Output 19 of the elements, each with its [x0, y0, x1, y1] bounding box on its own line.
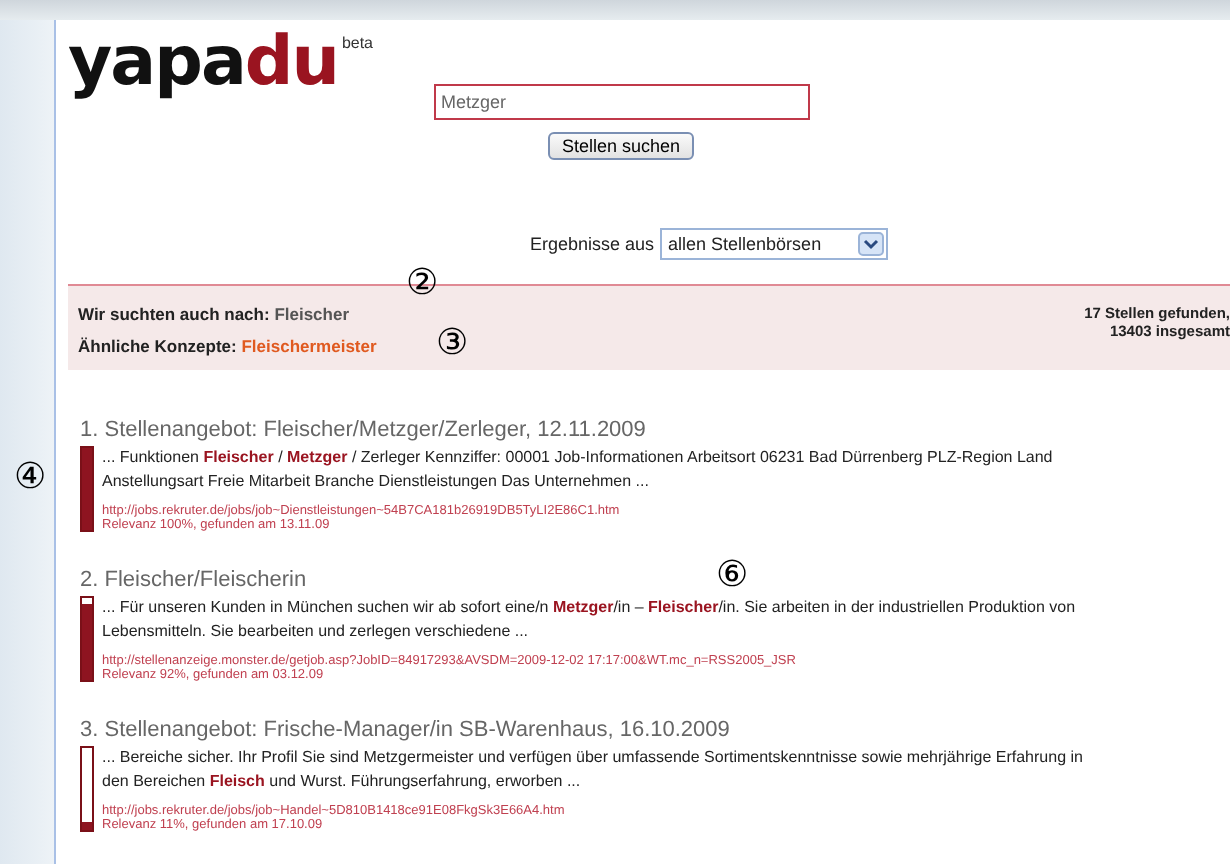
result-snippet: ... Funktionen Fleischer / Metzger / Zerleger Kennziffer: 00001 Job-Informationen Arbeitsort 06231 Bad Dürrenberg PLZ-Region Land Anstellungsart Freie Mitarbeit Branche Dienstleistungen Das Unternehmen ... — [102, 446, 1055, 494]
callout-number: ④ — [14, 458, 47, 498]
beta-label: beta — [341, 34, 374, 52]
result-snippet: ... Bereiche sicher. Ihr Profil Sie sind Metzgermeister und verfügen über umfassende Sortimentskenntnisse sowie mehrjährige Erfahrung in den Bereichen Fleisch und Wurst. Führungserfahrung, erworben ... — [102, 746, 1085, 794]
source-dropdown[interactable]: allen Stellenbörsen — [660, 228, 889, 260]
callout-number: ② — [406, 264, 439, 304]
search-button[interactable]: Stellen suchen — [547, 132, 695, 160]
also-searched-label: Wir suchten auch nach: — [78, 304, 270, 324]
concept-link[interactable]: Fleischermeister — [241, 336, 377, 356]
callout-number: ③ — [436, 324, 469, 364]
result-snippet: ... Für unseren Kunden in München suchen wir ab sofort eine/n Metzger/in – Fleischer/in. Sie arbeiten in der industriellen Produktion von Lebensmitteln. Sie bearbeiten und zerlegen verschiedene ... — [102, 596, 1078, 644]
source-label: Ergebnisse aus — [529, 234, 655, 254]
result-title[interactable]: 1. Stellenangebot: Fleischer/Metzger/Zerleger, 12.11.2009 — [80, 418, 646, 442]
result-title[interactable]: 3. Stellenangebot: Frische-Manager/in SB-Warenhaus, 16.10.2009 — [80, 718, 730, 742]
result-title[interactable]: 2. Fleischer/Fleischerin — [80, 568, 307, 592]
concepts-label: Ähnliche Konzepte: — [78, 336, 237, 356]
search-field[interactable]: Metzger — [433, 84, 809, 120]
callout-number: ⑥ — [716, 556, 749, 596]
also-searched-term[interactable]: Fleischer — [274, 304, 350, 324]
